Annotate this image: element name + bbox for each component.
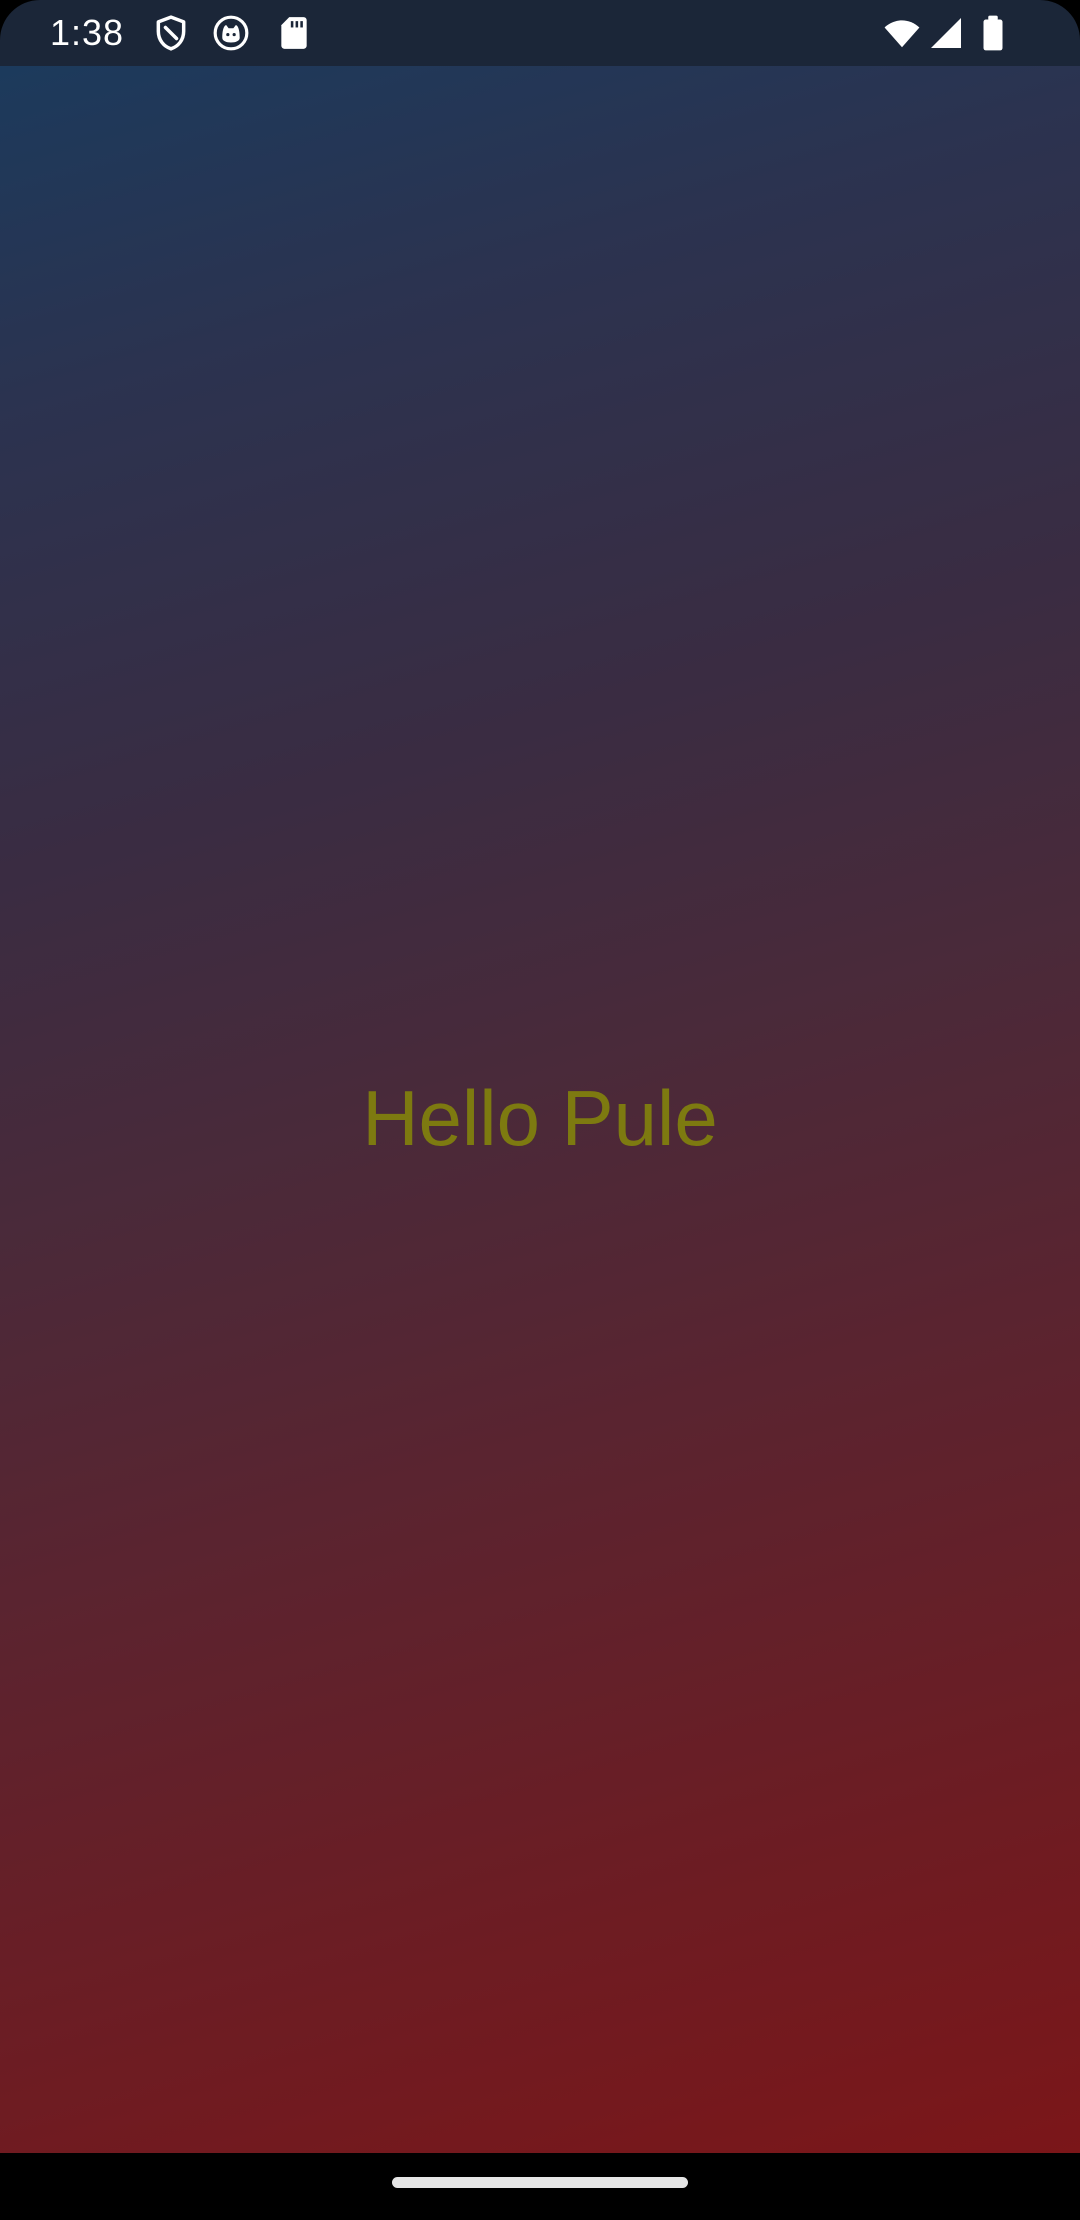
wifi-icon bbox=[884, 20, 920, 48]
battery-icon bbox=[983, 15, 1003, 51]
gradient-background: Hello Pule bbox=[0, 66, 1080, 2153]
greeting-text: Hello Pule bbox=[362, 1074, 718, 1162]
navigation-bar bbox=[0, 2153, 1080, 2220]
shield-icon bbox=[156, 15, 186, 51]
phone-screen: 1:38 Hello Pule bbox=[0, 0, 1080, 2220]
home-gesture-handle[interactable] bbox=[392, 2177, 688, 2188]
status-bar: 1:38 bbox=[0, 0, 1080, 66]
cat-face-icon bbox=[213, 15, 249, 51]
cell-signal-icon bbox=[931, 18, 961, 48]
sd-card-icon bbox=[281, 17, 307, 49]
status-time: 1:38 bbox=[50, 12, 125, 53]
